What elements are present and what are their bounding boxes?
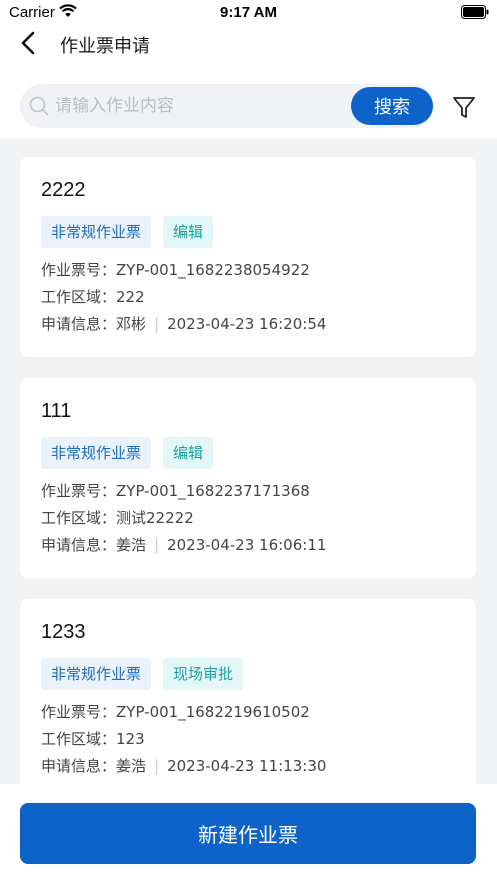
applicant: 姜浩 (116, 536, 147, 554)
apply-time: 2023-04-23 16:06:11 (167, 536, 327, 554)
ticket-type-tag: 非常规作业票 (41, 216, 152, 248)
ticket-card[interactable]: 111 非常规作业票 编辑 作业票号：ZYP-001_1682237171368… (20, 378, 476, 578)
apply-info-row: 申请信息：姜浩 | 2023-04-23 11:13:30 (41, 755, 326, 776)
apply-info-label: 申请信息： (41, 536, 117, 554)
ticket-card[interactable]: 2222 非常规作业票 编辑 作业票号：ZYP-001_168223805492… (20, 157, 476, 357)
separator: | (154, 757, 160, 775)
status-time: 9:17 AM (220, 4, 277, 21)
nav-bar: 作业票申请 (0, 26, 497, 60)
apply-time: 2023-04-23 11:13:30 (167, 757, 327, 775)
ticket-number-label: 作业票号： (41, 261, 117, 279)
separator: | (154, 315, 160, 333)
ticket-status-tag: 编辑 (163, 216, 214, 248)
ticket-number-label: 作业票号： (41, 703, 117, 721)
work-area: 测试22222 (116, 509, 194, 527)
ticket-status-tag: 现场审批 (163, 658, 244, 690)
search-input[interactable] (55, 84, 345, 128)
battery-icon (461, 5, 489, 19)
search-button[interactable]: 搜索 (351, 87, 433, 125)
search-icon (29, 96, 49, 116)
work-area-label: 工作区域： (41, 288, 117, 306)
work-area: 123 (116, 730, 145, 748)
ticket-number: ZYP-001_1682237171368 (116, 482, 310, 500)
ticket-type-tag: 非常规作业票 (41, 437, 152, 469)
apply-info-label: 申请信息： (41, 315, 117, 333)
work-area-row: 工作区域：测试22222 (41, 507, 194, 528)
page-title: 作业票申请 (60, 36, 150, 57)
ticket-number-row: 作业票号：ZYP-001_1682238054922 (41, 259, 310, 280)
work-area-row: 工作区域：222 (41, 286, 145, 307)
ticket-number-label: 作业票号： (41, 482, 117, 500)
applicant: 邓彬 (116, 315, 147, 333)
back-icon[interactable] (18, 30, 40, 56)
ticket-card[interactable]: 1233 非常规作业票 现场审批 作业票号：ZYP-001_1682219610… (20, 599, 476, 784)
new-ticket-button[interactable]: 新建作业票 (20, 803, 476, 864)
apply-time: 2023-04-23 16:20:54 (167, 315, 327, 333)
apply-info-row: 申请信息：邓彬 | 2023-04-23 16:20:54 (41, 313, 326, 334)
applicant: 姜浩 (116, 757, 147, 775)
ticket-number-row: 作业票号：ZYP-001_1682237171368 (41, 480, 310, 501)
ticket-title: 111 (41, 400, 72, 422)
bottom-bar: 新建作业票 (0, 784, 497, 883)
apply-info-row: 申请信息：姜浩 | 2023-04-23 16:06:11 (41, 534, 326, 555)
status-bar: Carrier 9:17 AM (0, 0, 497, 26)
work-area-label: 工作区域： (41, 509, 117, 527)
ticket-number: ZYP-001_1682238054922 (116, 261, 310, 279)
work-area-label: 工作区域： (41, 730, 117, 748)
ticket-list: 2222 非常规作业票 编辑 作业票号：ZYP-001_168223805492… (20, 157, 476, 784)
ticket-title: 1233 (41, 621, 86, 643)
ticket-status-tag: 编辑 (163, 437, 214, 469)
ticket-number-row: 作业票号：ZYP-001_1682219610502 (41, 701, 310, 722)
ticket-title: 2222 (41, 179, 86, 201)
ticket-type-tag: 非常规作业票 (41, 658, 152, 690)
separator: | (154, 536, 160, 554)
search-bar: 搜索 (20, 84, 434, 128)
top-area: Carrier 9:17 AM 作业票申请 搜索 (0, 0, 497, 138)
apply-info-label: 申请信息： (41, 757, 117, 775)
ticket-number: ZYP-001_1682219610502 (116, 703, 310, 721)
work-area: 222 (116, 288, 145, 306)
filter-icon[interactable] (451, 94, 477, 120)
work-area-row: 工作区域：123 (41, 728, 145, 749)
